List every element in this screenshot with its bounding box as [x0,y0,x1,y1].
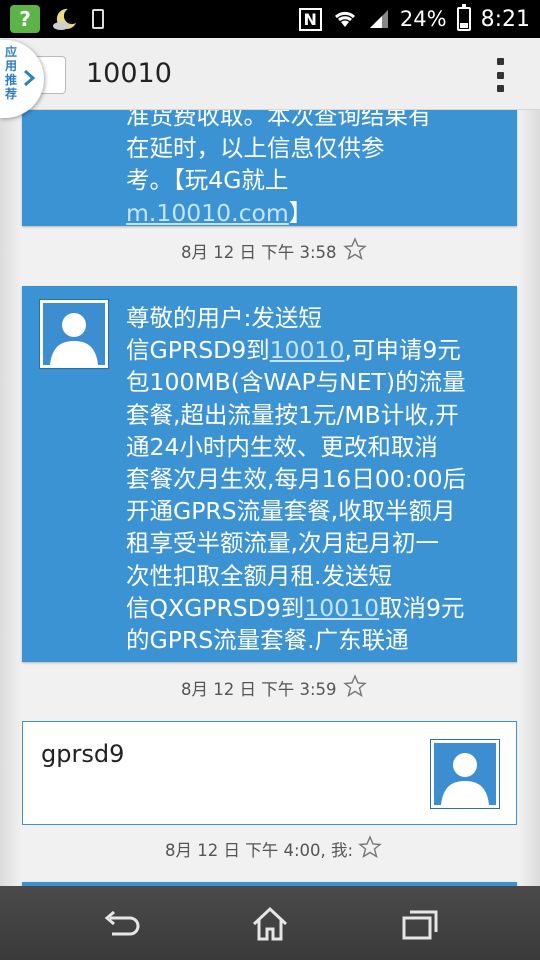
app-recommend-label: 应用推荐 [5,45,18,101]
message-text: gprsd9 [41,740,125,768]
incoming-message-bubble[interactable]: 准货费收取。本次查询结果有 在延时，以上信息仅供参 考。【玩4G就上 m.100… [22,110,517,227]
back-icon[interactable] [100,904,140,944]
phone-link[interactable]: 10010 [304,594,379,622]
message-timestamp: 8月 12 日 下午 4:00, 我: [165,841,354,860]
overflow-menu-icon[interactable] [496,58,504,92]
phone-icon [92,9,104,29]
message-timestamp: 8月 12 日 下午 3:59 [181,680,337,699]
outgoing-message-bubble[interactable]: gprsd9 [22,721,517,825]
battery-icon [456,4,471,31]
person-icon [441,753,489,805]
star-outline-icon[interactable] [343,237,367,261]
recent-apps-icon[interactable] [400,904,440,944]
star-outline-icon[interactable] [358,835,382,859]
phone-link[interactable]: 10010 [270,336,345,364]
avatar [430,739,500,809]
url-link[interactable]: m.10010.com [126,199,289,227]
message-text: 尊敬的用户:发送短 信GPRSD9到10010,可申请9元 包100MB(含WA… [126,304,467,655]
nfc-icon: N [298,7,322,31]
battery-percent: 24% [399,7,447,31]
wifi-icon [334,11,355,27]
navigation-bar [0,886,540,960]
home-icon[interactable] [250,904,290,944]
chevron-right-icon [24,69,36,87]
conversation-list[interactable]: 准货费收取。本次查询结果有 在延时，以上信息仅供参 考。【玩4G就上 m.100… [0,110,540,886]
signal-icon [369,10,388,28]
avatar [39,299,109,369]
conversation-title: 10010 [86,58,172,89]
action-bar: 10010 [0,38,540,110]
incoming-message-bubble[interactable]: 尊敬的用户:发送短 信GPRSD9到10010,可申请9元 包100MB(含WA… [22,286,517,662]
weather-moon-icon [53,8,76,30]
notification-app-icon: ? [10,5,40,33]
message-timestamp: 8月 12 日 下午 3:58 [181,243,337,262]
message-text: 准货费收取。本次查询结果有 在延时，以上信息仅供参 考。【玩4G就上 m.100… [126,110,432,227]
status-bar: ? N 24% 8:21 [0,0,540,38]
clock: 8:21 [480,6,530,32]
star-outline-icon[interactable] [343,674,367,698]
person-icon [50,313,98,365]
